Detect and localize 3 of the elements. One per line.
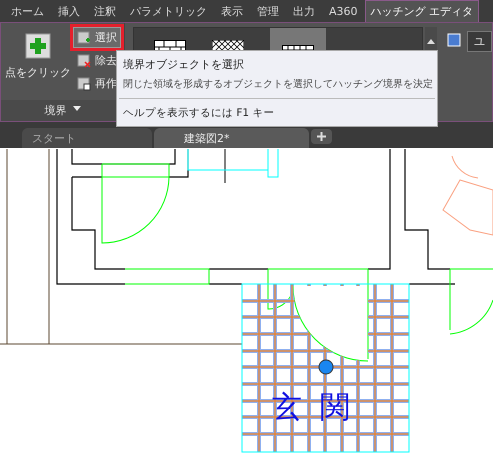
tooltip-title: 境界オブジェクトを選択 [123, 57, 245, 72]
tooltip-description: 閉じた領域を形成するオブジェクトを選択してハッチング境界を決定 [123, 78, 431, 91]
tooltip-help: ヘルプを表示するには F1 キー [123, 106, 276, 120]
